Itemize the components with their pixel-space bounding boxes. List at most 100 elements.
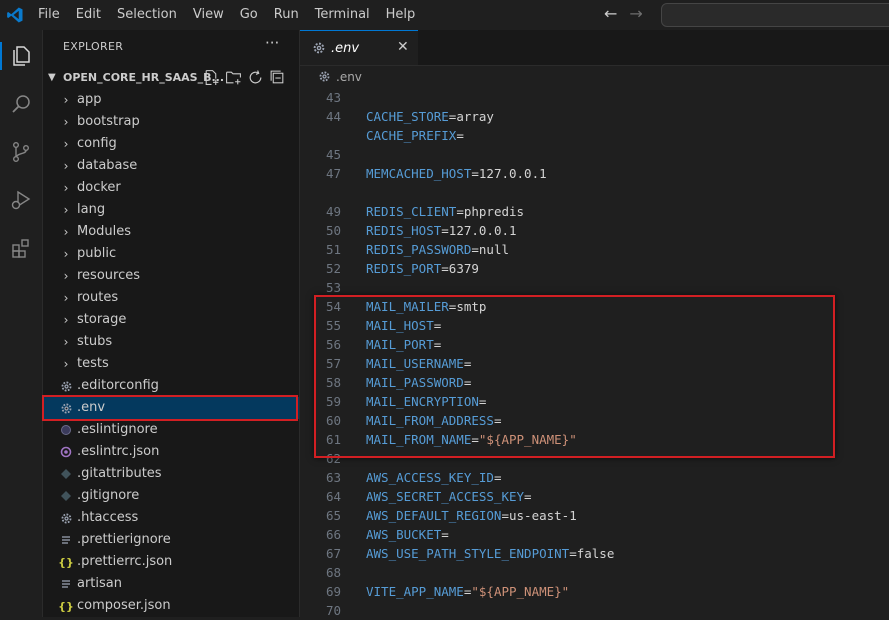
file-item[interactable]: .htaccess	[43, 507, 299, 529]
menu-item[interactable]: View	[185, 0, 232, 30]
equals-sign: =	[524, 489, 532, 504]
env-entry: AWS_USE_PATH_STYLE_ENDPOINT=false	[366, 544, 614, 563]
line-number: 51	[325, 242, 341, 257]
code-line: CACHE_PREFIX=	[300, 126, 889, 145]
line-number: 66	[325, 527, 341, 542]
mail-config-highlight-box	[314, 295, 835, 458]
env-entry: REDIS_PASSWORD=null	[366, 240, 509, 259]
code-line: 70	[300, 601, 889, 620]
chevron-right-icon: ›	[63, 335, 69, 349]
line-number: 45	[325, 147, 341, 162]
folder-item[interactable]: › resources	[43, 265, 299, 287]
new-file-icon[interactable]	[203, 69, 220, 86]
folder-item[interactable]: › lang	[43, 199, 299, 221]
text-file-icon	[59, 577, 73, 591]
code-line: 44 CACHE_STORE=array	[300, 107, 889, 126]
folder-item[interactable]: › app	[43, 89, 299, 111]
file-item[interactable]: {} composer.json	[43, 595, 299, 617]
env-key: AWS_ACCESS_KEY_ID	[366, 470, 494, 485]
item-label: .htaccess	[77, 510, 139, 525]
code-line: 64 AWS_SECRET_ACCESS_KEY=	[300, 487, 889, 506]
folder-item[interactable]: › public	[43, 243, 299, 265]
explorer-toolbar	[203, 69, 286, 86]
folder-item[interactable]: › config	[43, 133, 299, 155]
files-icon	[13, 46, 30, 66]
file-item[interactable]: .gitattributes	[43, 463, 299, 485]
folder-item[interactable]: › storage	[43, 309, 299, 331]
project-root[interactable]: ▼ OPEN_CORE_HR_SAAS_B...	[43, 68, 299, 88]
equals-sign: =	[441, 261, 449, 276]
gear-icon	[319, 71, 330, 82]
line-number: 47	[325, 166, 341, 181]
refresh-icon[interactable]	[247, 69, 264, 86]
search-activity[interactable]	[5, 88, 37, 120]
more-actions-icon[interactable]: ···	[265, 34, 279, 52]
collapse-all-icon[interactable]	[269, 69, 286, 86]
line-number: 43	[325, 90, 341, 105]
source-control-activity[interactable]	[5, 136, 37, 168]
vscode-logo-icon	[7, 7, 23, 23]
file-item[interactable]: .eslintignore	[43, 419, 299, 441]
breadcrumb-file[interactable]: .env	[336, 70, 362, 84]
chevron-right-icon: ›	[63, 357, 69, 371]
folder-item[interactable]: › routes	[43, 287, 299, 309]
project-name: OPEN_CORE_HR_SAAS_B...	[63, 71, 225, 84]
item-label: .gitattributes	[77, 466, 162, 481]
code-line: 49 REDIS_CLIENT=phpredis	[300, 202, 889, 221]
code-line: 50 REDIS_HOST=127.0.0.1	[300, 221, 889, 240]
env-key: MEMCACHED_HOST	[366, 166, 472, 181]
env-entry: REDIS_PORT=6379	[366, 259, 479, 278]
forward-arrow-icon[interactable]: →	[629, 6, 642, 22]
code-line: 69 VITE_APP_NAME="${APP_NAME}"	[300, 582, 889, 601]
code-line: 43	[300, 88, 889, 107]
tab-env[interactable]: .env ✕	[300, 30, 418, 65]
code-line: 47 MEMCACHED_HOST=127.0.0.1	[300, 164, 889, 183]
env-key: REDIS_PORT	[366, 261, 442, 276]
new-folder-icon[interactable]	[225, 69, 242, 86]
equals-sign: =	[501, 508, 509, 523]
folder-item[interactable]: › Modules	[43, 221, 299, 243]
menu-item[interactable]: File	[30, 0, 68, 30]
explorer-title: EXPLORER	[63, 40, 124, 53]
command-center-search[interactable]	[661, 3, 889, 27]
line-number: 67	[325, 546, 341, 561]
menu-item[interactable]: Help	[378, 0, 424, 30]
item-label: .eslintignore	[77, 422, 158, 437]
env-entry: MEMCACHED_HOST=127.0.0.1	[366, 164, 547, 183]
json-icon: {}	[58, 555, 74, 569]
item-label: .prettierrc.json	[77, 554, 173, 569]
gear-icon	[59, 511, 73, 525]
explorer-activity[interactable]	[0, 40, 37, 72]
file-item[interactable]: .gitignore	[43, 485, 299, 507]
menu-item[interactable]: Run	[266, 0, 307, 30]
folder-item[interactable]: › docker	[43, 177, 299, 199]
menu-item[interactable]: Selection	[109, 0, 185, 30]
item-label: Modules	[77, 224, 132, 239]
file-item[interactable]: .editorconfig	[43, 375, 299, 397]
env-value: phpredis	[463, 204, 525, 219]
breadcrumb: .env	[300, 66, 889, 88]
item-label: lang	[77, 202, 106, 217]
extensions-activity[interactable]	[5, 232, 37, 264]
file-item[interactable]: .eslintrc.json	[43, 441, 299, 463]
folder-item[interactable]: › bootstrap	[43, 111, 299, 133]
env-value: 127.0.0.1	[478, 166, 547, 181]
folder-item[interactable]: › tests	[43, 353, 299, 375]
chevron-right-icon: ›	[63, 313, 69, 327]
equals-sign: =	[441, 223, 449, 238]
env-key: AWS_SECRET_ACCESS_KEY	[366, 489, 525, 504]
gear-icon	[313, 42, 325, 54]
close-icon[interactable]: ✕	[397, 39, 409, 55]
item-label: public	[77, 246, 117, 261]
menu-item[interactable]: Go	[232, 0, 266, 30]
file-item[interactable]: .prettierignore	[43, 529, 299, 551]
folder-item[interactable]: › stubs	[43, 331, 299, 353]
file-item[interactable]: {} .prettierrc.json	[43, 551, 299, 573]
file-item[interactable]: artisan	[43, 573, 299, 595]
menu-item[interactable]: Terminal	[307, 0, 378, 30]
run-debug-activity[interactable]	[5, 184, 37, 216]
back-arrow-icon[interactable]: ←	[604, 6, 617, 22]
menu-item[interactable]: Edit	[68, 0, 109, 30]
eslint-ignore-icon	[59, 423, 73, 437]
folder-item[interactable]: › database	[43, 155, 299, 177]
